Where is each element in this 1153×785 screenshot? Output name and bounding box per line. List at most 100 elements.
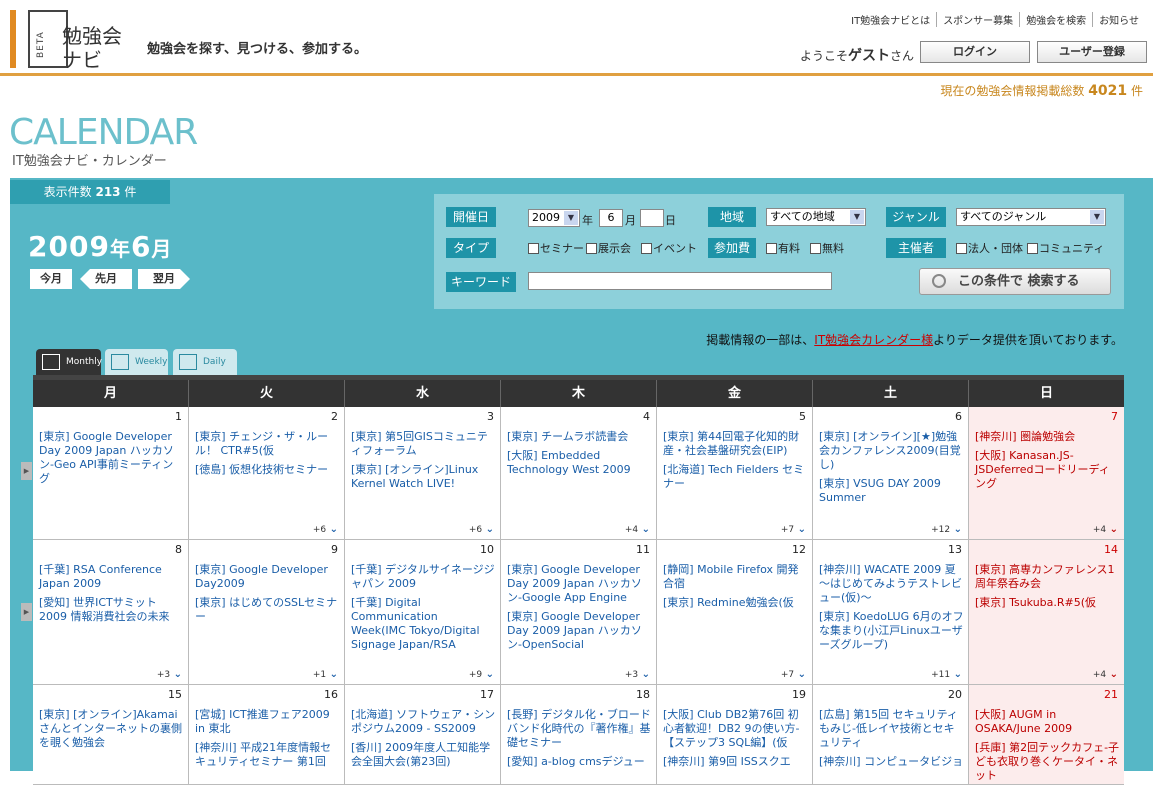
type-exhibition-checkbox[interactable]: 展示会 bbox=[586, 242, 631, 256]
tab-monthly[interactable]: Monthly bbox=[36, 349, 102, 375]
event-link[interactable]: [長野] デジタル化・ブロードバンド化時代の『著作権』基礎セミナー bbox=[507, 708, 652, 750]
nav-about[interactable]: IT勉強会ナビとは bbox=[845, 12, 936, 27]
day-number[interactable]: 17 bbox=[480, 688, 494, 701]
day-number[interactable]: 19 bbox=[792, 688, 806, 701]
more-events-link[interactable]: +4 ⌄ bbox=[1093, 524, 1118, 535]
event-link[interactable]: [大阪] AUGM in OSAKA/June 2009 bbox=[975, 708, 1120, 736]
tab-weekly[interactable]: Weekly bbox=[105, 349, 168, 375]
year-select[interactable]: 2009 ▼ bbox=[528, 209, 580, 227]
event-link[interactable]: [東京] 第44回電子化知的財産・社会基盤研究会(EIP) bbox=[663, 430, 808, 458]
more-events-link[interactable]: +3 ⌄ bbox=[625, 669, 650, 680]
event-link[interactable]: [東京] 高専カンファレンス1周年祭呑み会 bbox=[975, 563, 1120, 591]
more-events-link[interactable]: +9 ⌄ bbox=[469, 669, 494, 680]
more-events-link[interactable]: +4 ⌄ bbox=[625, 524, 650, 535]
event-link[interactable]: [東京] 第5回GISコミュニティフォーラム bbox=[351, 430, 496, 458]
next-month-button[interactable]: 翌月 bbox=[138, 269, 190, 289]
region-select[interactable]: すべての地域 ▼ bbox=[766, 208, 866, 226]
day-number[interactable]: 3 bbox=[487, 410, 494, 423]
genre-select[interactable]: すべてのジャンル ▼ bbox=[956, 208, 1106, 226]
day-number[interactable]: 16 bbox=[324, 688, 338, 701]
day-number[interactable]: 14 bbox=[1104, 543, 1118, 556]
event-link[interactable]: [徳島] 仮想化技術セミナー bbox=[195, 463, 340, 477]
more-events-link[interactable]: +7 ⌄ bbox=[781, 669, 806, 680]
event-link[interactable]: [北海道] ソフトウェア・シンポジウム2009 - SS2009 bbox=[351, 708, 496, 736]
more-events-link[interactable]: +1 ⌄ bbox=[313, 669, 338, 680]
type-seminar-checkbox[interactable]: セミナー bbox=[528, 242, 584, 256]
day-number[interactable]: 6 bbox=[955, 410, 962, 423]
nav-sponsor[interactable]: スポンサー募集 bbox=[936, 12, 1019, 27]
event-link[interactable]: [神奈川] コンピュータビジョ bbox=[819, 755, 964, 769]
event-link[interactable]: [愛知] 世界ICTサミット2009 情報消費社会の未来 bbox=[39, 596, 184, 624]
event-link[interactable]: [愛知] a-blog cmsデジュー bbox=[507, 755, 652, 769]
event-link[interactable]: [東京] [オンライン]Linux Kernel Watch LIVE! bbox=[351, 463, 496, 491]
event-link[interactable]: [東京] Tsukuba.R#5(仮 bbox=[975, 596, 1120, 610]
more-events-link[interactable]: +7 ⌄ bbox=[781, 524, 806, 535]
more-events-link[interactable]: +4 ⌄ bbox=[1093, 669, 1118, 680]
more-events-link[interactable]: +11 ⌄ bbox=[931, 669, 962, 680]
day-number[interactable]: 4 bbox=[643, 410, 650, 423]
event-link[interactable]: [千葉] RSA Conference Japan 2009 bbox=[39, 563, 184, 591]
organizer-community-checkbox[interactable]: コミュニティ bbox=[1027, 242, 1104, 256]
event-link[interactable]: [東京] Google Developer Day 2009 Japan ハッカ… bbox=[507, 563, 652, 605]
event-link[interactable]: [神奈川] 平成21年度情報セキュリティセミナー 第1回 bbox=[195, 741, 340, 769]
event-link[interactable]: [神奈川] 第9回 ISSスクエ bbox=[663, 755, 808, 769]
day-number[interactable]: 20 bbox=[948, 688, 962, 701]
event-link[interactable]: [広島] 第15回 セキュリティもみじ-低レイヤ技術とセキュリティ bbox=[819, 708, 964, 750]
tab-daily[interactable]: Daily bbox=[173, 349, 237, 375]
day-number[interactable]: 21 bbox=[1104, 688, 1118, 701]
event-link[interactable]: [神奈川] WACATE 2009 夏 〜はじめてみようテストレビュー(仮)〜 bbox=[819, 563, 964, 605]
day-number[interactable]: 2 bbox=[331, 410, 338, 423]
organizer-corp-checkbox[interactable]: 法人・団体 bbox=[956, 242, 1023, 256]
event-link[interactable]: [大阪] Kanasan.JS-JSDeferredコードリーディング bbox=[975, 449, 1120, 491]
more-events-link[interactable]: +12 ⌄ bbox=[931, 524, 962, 535]
day-number[interactable]: 11 bbox=[636, 543, 650, 556]
event-link[interactable]: [東京] Google Developer Day2009 bbox=[195, 563, 340, 591]
event-link[interactable]: [千葉] デジタルサイネージジャパン 2009 bbox=[351, 563, 496, 591]
event-link[interactable]: [宮城] ICT推進フェア2009 in 東北 bbox=[195, 708, 340, 736]
event-link[interactable]: [東京] Google Developer Day 2009 Japan ハッカ… bbox=[507, 610, 652, 652]
event-link[interactable]: [神奈川] 圏論勉強会 bbox=[975, 430, 1120, 444]
day-number[interactable]: 13 bbox=[948, 543, 962, 556]
nav-news[interactable]: お知らせ bbox=[1092, 12, 1145, 27]
credit-link[interactable]: IT勉強会カレンダー様 bbox=[814, 333, 933, 347]
event-link[interactable]: [東京] [オンライン][★]勉強会カンファレンス2009(目覚し) bbox=[819, 430, 964, 472]
event-link[interactable]: [東京] はじめてのSSLセミナー bbox=[195, 596, 340, 624]
more-events-link[interactable]: +6 ⌄ bbox=[469, 524, 494, 535]
event-link[interactable]: [兵庫] 第2回テックカフェ-子ども衣取り巻くケータイ・ネット bbox=[975, 741, 1120, 783]
day-number[interactable]: 15 bbox=[168, 688, 182, 701]
event-link[interactable]: [東京] Google Developer Day 2009 Japan ハッカ… bbox=[39, 430, 184, 486]
week-expand-arrow[interactable]: ▶ bbox=[21, 603, 32, 621]
type-event-checkbox[interactable]: イベント bbox=[641, 242, 697, 256]
event-link[interactable]: [静岡] Mobile Firefox 開発合宿 bbox=[663, 563, 808, 591]
fee-paid-checkbox[interactable]: 有料 bbox=[766, 242, 800, 256]
day-input[interactable] bbox=[640, 209, 664, 227]
register-button[interactable]: ユーザー登録 bbox=[1037, 41, 1147, 63]
event-link[interactable]: [東京] チェンジ・ザ・ルール！ CTR#5(仮 bbox=[195, 430, 340, 458]
day-number[interactable]: 8 bbox=[175, 543, 182, 556]
event-link[interactable]: [東京] チームラボ読書会 bbox=[507, 430, 652, 444]
event-link[interactable]: [香川] 2009年度人工知能学会全国大会(第23回) bbox=[351, 741, 496, 769]
login-button[interactable]: ログイン bbox=[920, 41, 1030, 63]
event-link[interactable]: [千葉] Digital Communication Week(IMC Toky… bbox=[351, 596, 496, 652]
this-month-button[interactable]: 今月 bbox=[30, 269, 72, 289]
fee-free-checkbox[interactable]: 無料 bbox=[810, 242, 844, 256]
event-link[interactable]: [東京] VSUG DAY 2009 Summer bbox=[819, 477, 964, 505]
day-number[interactable]: 12 bbox=[792, 543, 806, 556]
keyword-input[interactable] bbox=[528, 272, 832, 290]
day-number[interactable]: 7 bbox=[1111, 410, 1118, 423]
event-link[interactable]: [東京] KoedoLUG 6月のオフな集まり(小江戸Linuxユーザーズグルー… bbox=[819, 610, 964, 652]
more-events-link[interactable]: +3 ⌄ bbox=[157, 669, 182, 680]
nav-search[interactable]: 勉強会を検索 bbox=[1019, 12, 1092, 27]
event-link[interactable]: [大阪] Embedded Technology West 2009 bbox=[507, 449, 652, 477]
week-expand-arrow[interactable]: ▶ bbox=[21, 462, 32, 480]
day-number[interactable]: 18 bbox=[636, 688, 650, 701]
event-link[interactable]: [北海道] Tech Fielders セミナー bbox=[663, 463, 808, 491]
event-link[interactable]: [東京] Redmine勉強会(仮 bbox=[663, 596, 808, 610]
site-logo[interactable]: BETA 勉強会 ナビ bbox=[10, 10, 130, 72]
day-number[interactable]: 1 bbox=[175, 410, 182, 423]
search-button[interactable]: この条件で 検索する bbox=[919, 268, 1111, 295]
day-number[interactable]: 10 bbox=[480, 543, 494, 556]
day-number[interactable]: 9 bbox=[331, 543, 338, 556]
more-events-link[interactable]: +6 ⌄ bbox=[313, 524, 338, 535]
event-link[interactable]: [東京] [オンライン]Akamaiさんとインターネットの裏側を覗く勉強会 bbox=[39, 708, 184, 750]
